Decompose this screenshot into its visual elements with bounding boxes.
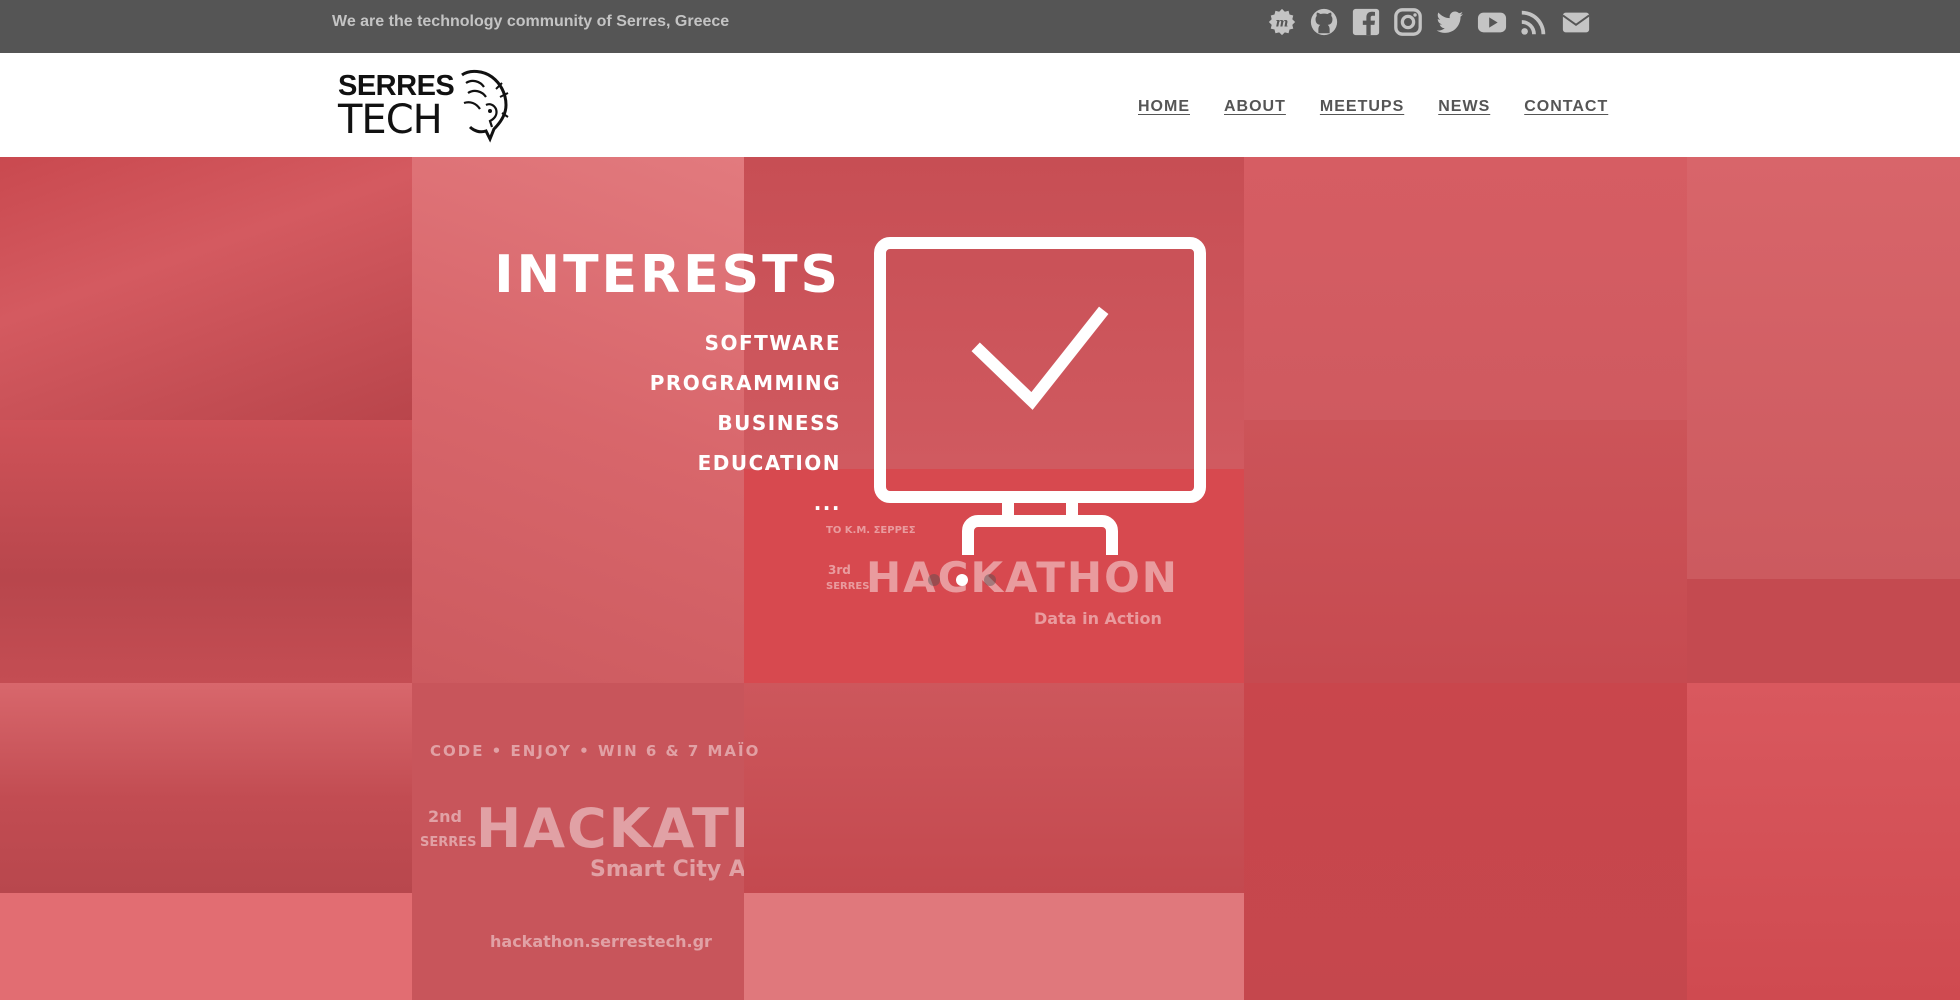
poster-tagline: CODE • ENJOY • WIN 6 & 7 ΜΑΪΟ bbox=[430, 742, 761, 760]
poster2-city: SERRES bbox=[826, 581, 870, 592]
photo-tile bbox=[0, 420, 412, 683]
photo-tile bbox=[1244, 157, 1687, 420]
interest-item: PROGRAMMING bbox=[649, 371, 841, 395]
poster-url: hackathon.serrestech.gr bbox=[490, 932, 712, 951]
photo-tile bbox=[744, 893, 1244, 1000]
svg-text:m: m bbox=[1276, 16, 1289, 30]
lion-logo-icon bbox=[461, 69, 509, 143]
poster-subtitle: Smart City App bbox=[590, 857, 744, 882]
photo-tile bbox=[744, 683, 1244, 893]
hero-title: INTERESTS bbox=[494, 245, 841, 305]
photo-tile bbox=[1687, 579, 1960, 683]
youtube-icon[interactable] bbox=[1476, 5, 1508, 39]
twitter-icon[interactable] bbox=[1434, 5, 1466, 39]
nav-news[interactable]: NEWS bbox=[1438, 97, 1490, 117]
interest-item: BUSINESS bbox=[717, 411, 841, 435]
email-icon[interactable] bbox=[1560, 5, 1592, 39]
site-logo[interactable]: SERRES TECH bbox=[336, 69, 509, 145]
meetup-icon[interactable]: m bbox=[1266, 5, 1298, 39]
photo-tile bbox=[0, 157, 412, 420]
slider-dots bbox=[928, 574, 1012, 586]
hero-slider: CODE • ENJOY • WIN 6 & 7 ΜΑΪΟ 2nd SERRES… bbox=[0, 157, 1960, 1000]
poster-city: SERRES bbox=[420, 835, 477, 850]
rss-icon[interactable] bbox=[1518, 5, 1550, 39]
logo-line2: TECH bbox=[338, 97, 443, 143]
facebook-icon[interactable] bbox=[1350, 5, 1382, 39]
photo-tile bbox=[0, 683, 412, 893]
instagram-icon[interactable] bbox=[1392, 5, 1424, 39]
social-links: m bbox=[1266, 5, 1602, 39]
interest-item: EDUCATION bbox=[697, 451, 841, 475]
poster2-title: HACKATHON bbox=[866, 553, 1179, 602]
interests-list: SOFTWARE PROGRAMMING BUSINESS EDUCATION … bbox=[650, 323, 841, 523]
tagline: We are the technology community of Serre… bbox=[332, 13, 730, 30]
poster2-edition: 3rd bbox=[828, 563, 851, 577]
slider-dot[interactable] bbox=[928, 574, 940, 586]
slider-dot[interactable] bbox=[984, 574, 996, 586]
poster-edition: 2nd bbox=[428, 807, 462, 826]
nav-home[interactable]: HOME bbox=[1138, 97, 1190, 117]
poster2-subtitle: Data in Action bbox=[1034, 609, 1162, 628]
photo-tile bbox=[1244, 683, 1687, 1000]
top-bar: We are the technology community of Serre… bbox=[0, 0, 1960, 53]
poster-title: HACKATHON bbox=[476, 797, 744, 860]
photo-tile bbox=[1244, 420, 1687, 683]
nav-about[interactable]: ABOUT bbox=[1224, 97, 1286, 117]
main-nav: HOME ABOUT MEETUPS NEWS CONTACT bbox=[1138, 97, 1608, 117]
nav-meetups[interactable]: MEETUPS bbox=[1320, 97, 1404, 117]
photo-tile bbox=[1687, 683, 1960, 1000]
interest-item: SOFTWARE bbox=[704, 331, 841, 355]
nav-contact[interactable]: CONTACT bbox=[1524, 97, 1608, 117]
slider-dot-active[interactable] bbox=[956, 574, 968, 586]
photo-tile bbox=[1687, 157, 1960, 579]
site-header: SERRES TECH HOME ABOUT MEETUPS NEWS CONT… bbox=[0, 53, 1960, 157]
github-icon[interactable] bbox=[1308, 5, 1340, 39]
monitor-check-icon bbox=[874, 237, 1206, 555]
interest-item: ... bbox=[813, 491, 841, 515]
photo-tile bbox=[0, 893, 412, 1000]
